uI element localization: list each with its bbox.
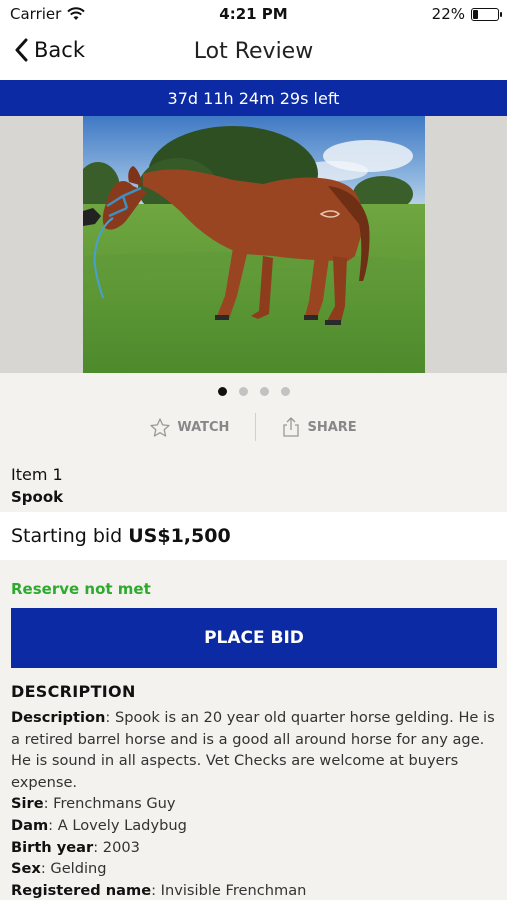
battery-indicator: 22%: [431, 5, 502, 23]
description-heading: DESCRIPTION: [11, 682, 136, 701]
starting-bid-panel: Starting bid US$1,500: [0, 512, 507, 560]
description-field-label: Description: [11, 709, 106, 726]
image-gallery[interactable]: [0, 116, 507, 373]
description-field: Birth year: 2003: [11, 838, 140, 856]
watch-button[interactable]: WATCH: [124, 417, 255, 437]
countdown-banner: 37d 11h 24m 29s left: [0, 80, 507, 116]
description-field: Dam: A Lovely Ladybug: [11, 816, 187, 834]
gallery-pagination[interactable]: [0, 387, 507, 396]
action-bar: WATCH SHARE: [0, 412, 507, 442]
pagination-dot[interactable]: [259, 387, 269, 396]
description-field: Sire: Frenchmans Guy: [11, 795, 176, 813]
starting-bid-amount: US$1,500: [128, 525, 231, 547]
page-title: Lot Review: [193, 39, 314, 64]
battery-fill: [473, 9, 479, 19]
description-field-label: Sire: [11, 795, 44, 813]
description-field-label: Sex: [11, 860, 41, 878]
share-icon: [283, 417, 300, 437]
share-label: SHARE: [307, 419, 357, 435]
item-name: Spook: [11, 488, 64, 506]
item-number: Item 1: [11, 465, 63, 484]
watch-label: WATCH: [177, 419, 230, 435]
description-field-value: Invisible Frenchman: [160, 881, 307, 899]
description-field-value: 2003: [102, 838, 140, 856]
description-field: Description: Spook is an 20 year old qua…: [11, 709, 495, 791]
description-field-value: Frenchmans Guy: [53, 795, 176, 813]
description-field-label: Birth year: [11, 838, 94, 856]
reserve-status: Reserve not met: [11, 580, 151, 598]
pagination-dot[interactable]: [217, 387, 227, 396]
share-button[interactable]: SHARE: [256, 417, 382, 437]
place-bid-button[interactable]: PLACE BID: [11, 608, 497, 668]
pagination-dot[interactable]: [280, 387, 290, 396]
status-bar: Carrier 4:21 PM 22%: [0, 0, 507, 28]
horse-photo: [83, 116, 425, 373]
battery-percent: 22%: [431, 5, 465, 23]
countdown-text: 37d 11h 24m 29s left: [167, 88, 340, 108]
description-field: Sex: Gelding: [11, 860, 107, 878]
description-field-value: Gelding: [50, 860, 107, 878]
description-field: Registered name: Invisible Frenchman: [11, 881, 307, 899]
battery-icon: [471, 7, 502, 21]
star-icon: [150, 417, 170, 437]
starting-bid-label: Starting bid: [11, 525, 123, 547]
description-field-value: A Lovely Ladybug: [57, 816, 187, 834]
lot-photo[interactable]: [83, 116, 425, 373]
description-body: Description: Spook is an 20 year old qua…: [11, 707, 499, 900]
description-field-label: Dam: [11, 816, 49, 834]
pagination-dot[interactable]: [238, 387, 248, 396]
description-field-label: Registered name: [11, 881, 152, 899]
navigation-bar: Back Lot Review: [0, 28, 507, 80]
